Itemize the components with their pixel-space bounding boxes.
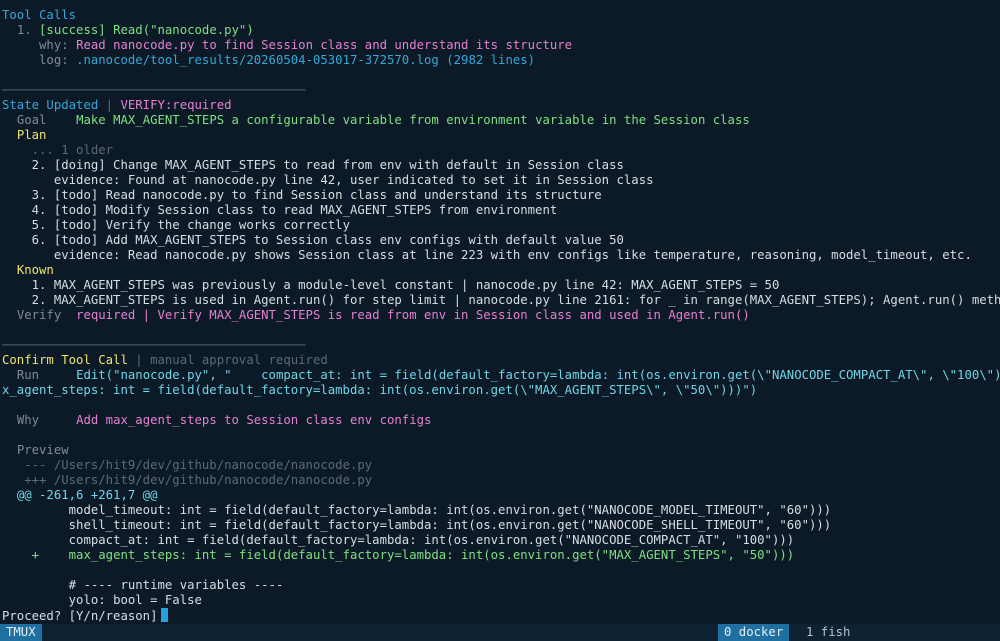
plan-item: 4. [todo] Modify Session class to read M…: [31, 203, 558, 217]
plan-item: evidence: Found at nanocode.py line 42, …: [31, 173, 654, 187]
state-heading: State Updated | VERIFY:required: [2, 98, 232, 113]
divider: ────────────────────────────────────────…: [2, 0, 306, 7]
diff-context-line: compact_at: int = field(default_factory=…: [39, 533, 795, 547]
tmux-status-bar: TMUX 0 docker 1 fish: [0, 624, 1000, 641]
run-line: Run Edit("nanocode.py", " compact_at: in…: [2, 368, 1000, 383]
run-label: Run: [16, 368, 40, 382]
goal-label: Goal: [16, 113, 47, 127]
verify-label: Verify: [16, 308, 62, 322]
prompt-text: Proceed? [Y/n/reason]: [2, 609, 158, 623]
divider: ────────────────────────────────────────…: [2, 338, 306, 352]
known-label: Known: [16, 263, 54, 277]
diff-added-line: + max_agent_steps: int = field(default_f…: [31, 548, 795, 562]
plan-line: Plan: [2, 128, 47, 143]
proceed-prompt[interactable]: Proceed? [Y/n/reason]: [2, 608, 169, 623]
confirm-why-line: Why Add max_agent_steps to Session class…: [2, 413, 432, 428]
diff-context-line: model_timeout: int = field(default_facto…: [39, 503, 832, 517]
known-item: 2. MAX_AGENT_STEPS is used in Agent.run(…: [31, 293, 1000, 307]
goal-line: Goal Make MAX_AGENT_STEPS a configurable…: [2, 113, 750, 128]
confirm-title: Confirm Tool Call: [2, 353, 128, 367]
diff-header: +++ /Users/hit9/dev/github/nanocode/nano…: [24, 473, 373, 487]
known-line: Known: [2, 263, 54, 278]
why-text: Read nanocode.py to find Session class a…: [76, 38, 573, 52]
diff-context-line: [2, 563, 39, 578]
tool-call-why: why: Read nanocode.py to find Session cl…: [2, 38, 572, 53]
why-label: why:: [39, 38, 69, 52]
text-cursor[interactable]: [161, 608, 169, 622]
tool-call-log: log: .nanocode/tool_results/20260504-053…: [2, 53, 535, 68]
known-item: 1. MAX_AGENT_STEPS was previously a modu…: [31, 278, 780, 292]
diff-context-line: # ---- runtime variables ----: [39, 578, 284, 592]
terminal-pane[interactable]: ────────────────────────────────────────…: [2, 0, 1000, 624]
diff-context-line: yolo: bool = False: [39, 593, 202, 607]
tool-call-index: 1.: [16, 23, 32, 37]
verify-text: required | Verify MAX_AGENT_STEPS is rea…: [76, 308, 750, 322]
plan-older: ... 1 older: [31, 143, 114, 157]
tmux-session-label: TMUX: [0, 624, 42, 641]
goal-text: Make MAX_AGENT_STEPS a configurable vari…: [76, 113, 750, 127]
separator: |: [105, 98, 114, 112]
plan-item: 6. [todo] Add MAX_AGENT_STEPS to Session…: [31, 233, 624, 247]
plan-item: 2. [doing] Change MAX_AGENT_STEPS to rea…: [31, 158, 624, 172]
verify-tag: VERIFY:required: [120, 98, 232, 112]
state-title: State Updated: [2, 98, 99, 112]
tool-call-item: 1. [success] Read("nanocode.py"): [2, 23, 254, 38]
tmux-window-tab-docker[interactable]: 0 docker: [718, 624, 790, 641]
tool-call-status: [success]: [39, 23, 106, 37]
tool-calls-heading: Tool Calls: [2, 8, 77, 22]
confirm-heading: Confirm Tool Call | manual approval requ…: [2, 353, 328, 367]
plan-item: evidence: Read nanocode.py shows Session…: [31, 248, 972, 262]
plan-item: 5. [todo] Verify the change works correc…: [31, 218, 350, 232]
tmux-window-tab-fish[interactable]: 1 fish: [800, 624, 856, 641]
log-path[interactable]: .nanocode/tool_results/20260504-053017-3…: [76, 53, 535, 67]
diff-hunk: @@ -261,6 +261,7 @@: [16, 488, 158, 502]
verify-line: Verify required | Verify MAX_AGENT_STEPS…: [2, 308, 750, 323]
confirm-why-label: Why: [16, 413, 40, 427]
plan-item: 3. [todo] Read nanocode.py to find Sessi…: [31, 188, 602, 202]
tool-call-name: Read("nanocode.py"): [113, 23, 254, 37]
plan-label: Plan: [16, 128, 47, 142]
divider: ────────────────────────────────────────…: [2, 83, 306, 97]
diff-header: --- /Users/hit9/dev/github/nanocode/nano…: [24, 458, 373, 472]
confirm-subtitle: manual approval required: [150, 353, 328, 367]
run-command-cont: x_agent_steps: int = field(default_facto…: [2, 383, 758, 397]
preview-line: Preview: [2, 443, 69, 458]
confirm-why-text: Add max_agent_steps to Session class env…: [76, 413, 432, 427]
diff-context-line: shell_timeout: int = field(default_facto…: [39, 518, 832, 532]
run-command: Edit("nanocode.py", " compact_at: int = …: [76, 368, 1000, 382]
log-label: log:: [39, 53, 69, 67]
preview-label: Preview: [16, 443, 69, 457]
